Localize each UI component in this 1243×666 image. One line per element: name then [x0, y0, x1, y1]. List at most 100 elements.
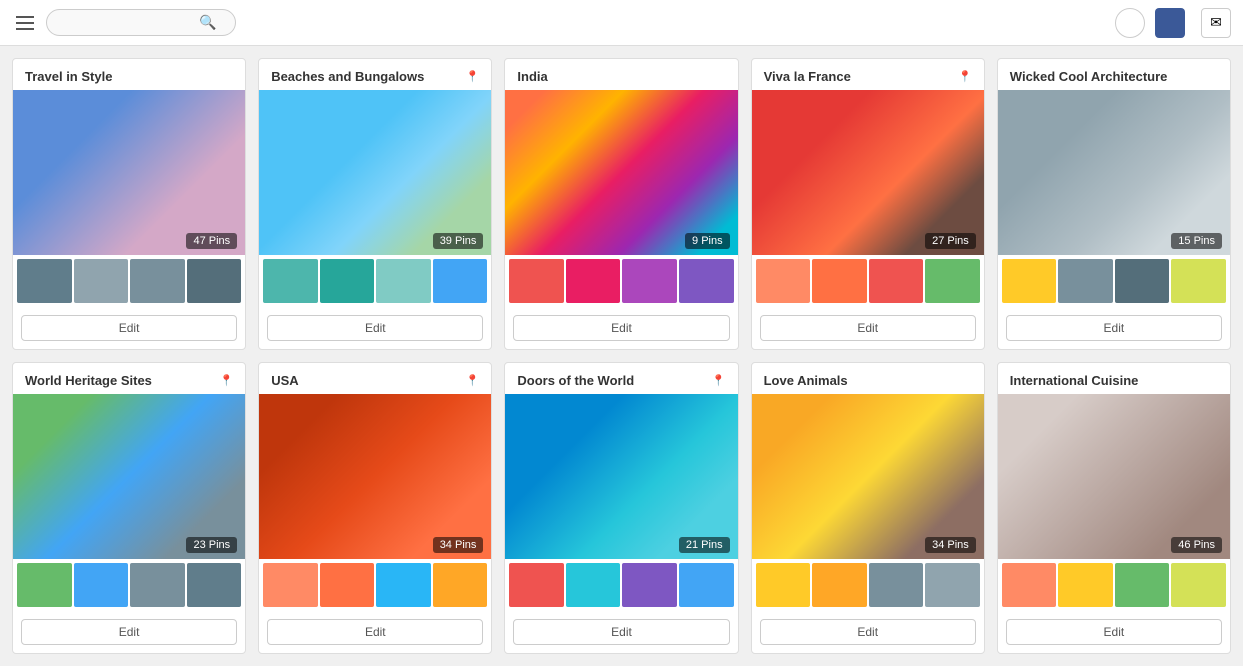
board-thumbnails [752, 559, 984, 611]
search-icon: 🔍 [199, 14, 216, 31]
board-thumb [679, 563, 734, 607]
edit-button[interactable]: Edit [513, 315, 729, 341]
board-thumb [622, 563, 677, 607]
messages-button[interactable]: ✉ [1201, 8, 1231, 38]
boards-grid: Travel in Style 47 Pins Edit Beaches and… [12, 58, 1231, 654]
board-main-image: 47 Pins [13, 90, 245, 255]
board-thumb [812, 563, 867, 607]
edit-button[interactable]: Edit [1006, 619, 1222, 645]
board-thumb [1171, 259, 1226, 303]
board-thumb [433, 259, 488, 303]
pins-count: 21 Pins [679, 537, 730, 553]
board-thumb [869, 259, 924, 303]
board-header: Viva la France 📍 [752, 59, 984, 90]
board-thumbnails [13, 559, 245, 611]
board-thumb [130, 563, 185, 607]
board-card-usa: USA 📍 34 Pins Edit [258, 362, 492, 654]
board-main-image: 34 Pins [752, 394, 984, 559]
board-thumb [433, 563, 488, 607]
board-footer: Edit [505, 307, 737, 349]
board-thumb [509, 259, 564, 303]
board-thumb [263, 259, 318, 303]
edit-button[interactable]: Edit [267, 619, 483, 645]
header-right: ✉ [825, 8, 1231, 38]
board-title: World Heritage Sites [25, 373, 152, 388]
avatar [1155, 8, 1185, 38]
board-thumbnails [752, 255, 984, 307]
search-input[interactable] [59, 15, 199, 30]
pins-count: 34 Pins [925, 537, 976, 553]
edit-button[interactable]: Edit [267, 315, 483, 341]
board-thumb [566, 563, 621, 607]
edit-button[interactable]: Edit [1006, 315, 1222, 341]
pins-count: 27 Pins [925, 233, 976, 249]
board-thumbnails [998, 255, 1230, 307]
hamburger-line [16, 22, 34, 24]
pins-count: 9 Pins [685, 233, 730, 249]
board-footer: Edit [13, 611, 245, 653]
edit-button[interactable]: Edit [760, 315, 976, 341]
board-title: Viva la France [764, 69, 851, 84]
pins-count: 15 Pins [1171, 233, 1222, 249]
board-header: Wicked Cool Architecture [998, 59, 1230, 90]
hamburger-button[interactable] [12, 12, 38, 34]
location-icon: 📍 [466, 70, 480, 83]
board-thumbnails [13, 255, 245, 307]
board-main-image: 34 Pins [259, 394, 491, 559]
board-footer: Edit [505, 611, 737, 653]
board-footer: Edit [259, 611, 491, 653]
board-card-love-animals: Love Animals 34 Pins Edit [751, 362, 985, 654]
board-thumb [1115, 259, 1170, 303]
board-thumb [130, 259, 185, 303]
board-thumb [622, 259, 677, 303]
board-thumb [74, 259, 129, 303]
board-thumbnails [259, 255, 491, 307]
board-thumb [263, 563, 318, 607]
board-title: Love Animals [764, 373, 848, 388]
board-thumb [376, 259, 431, 303]
board-thumb [869, 563, 924, 607]
board-thumb [1002, 563, 1057, 607]
board-thumb [925, 259, 980, 303]
edit-button[interactable]: Edit [21, 619, 237, 645]
add-button[interactable] [1115, 8, 1145, 38]
board-thumbnails [259, 559, 491, 611]
board-title: Wicked Cool Architecture [1010, 69, 1168, 84]
board-header: World Heritage Sites 📍 [13, 363, 245, 394]
board-card-international-cuisine: International Cuisine 46 Pins Edit [997, 362, 1231, 654]
board-thumb [1058, 563, 1113, 607]
board-thumb [566, 259, 621, 303]
board-title: India [517, 69, 547, 84]
edit-button[interactable]: Edit [760, 619, 976, 645]
board-thumbnails [505, 559, 737, 611]
edit-button[interactable]: Edit [513, 619, 729, 645]
board-header: Travel in Style [13, 59, 245, 90]
board-thumb [1115, 563, 1170, 607]
board-card-travel-in-style: Travel in Style 47 Pins Edit [12, 58, 246, 350]
board-card-beaches-bungalows: Beaches and Bungalows 📍 39 Pins Edit [258, 58, 492, 350]
board-thumb [187, 259, 242, 303]
board-header: India [505, 59, 737, 90]
board-thumb [679, 259, 734, 303]
board-header: Love Animals [752, 363, 984, 394]
board-thumb [320, 259, 375, 303]
board-thumb [1002, 259, 1057, 303]
board-footer: Edit [752, 611, 984, 653]
board-thumb [509, 563, 564, 607]
header: 🔍 ✉ [0, 0, 1243, 46]
edit-button[interactable]: Edit [21, 315, 237, 341]
board-main-image: 9 Pins [505, 90, 737, 255]
board-thumbnails [505, 255, 737, 307]
hamburger-line [16, 28, 34, 30]
pins-count: 47 Pins [186, 233, 237, 249]
board-main-image: 46 Pins [998, 394, 1230, 559]
board-title: Beaches and Bungalows [271, 69, 424, 84]
board-thumb [17, 563, 72, 607]
board-thumb [756, 259, 811, 303]
board-main-image: 23 Pins [13, 394, 245, 559]
search-box: 🔍 [46, 9, 236, 36]
user-area[interactable] [1155, 8, 1191, 38]
board-thumb [17, 259, 72, 303]
board-footer: Edit [752, 307, 984, 349]
board-thumb [376, 563, 431, 607]
